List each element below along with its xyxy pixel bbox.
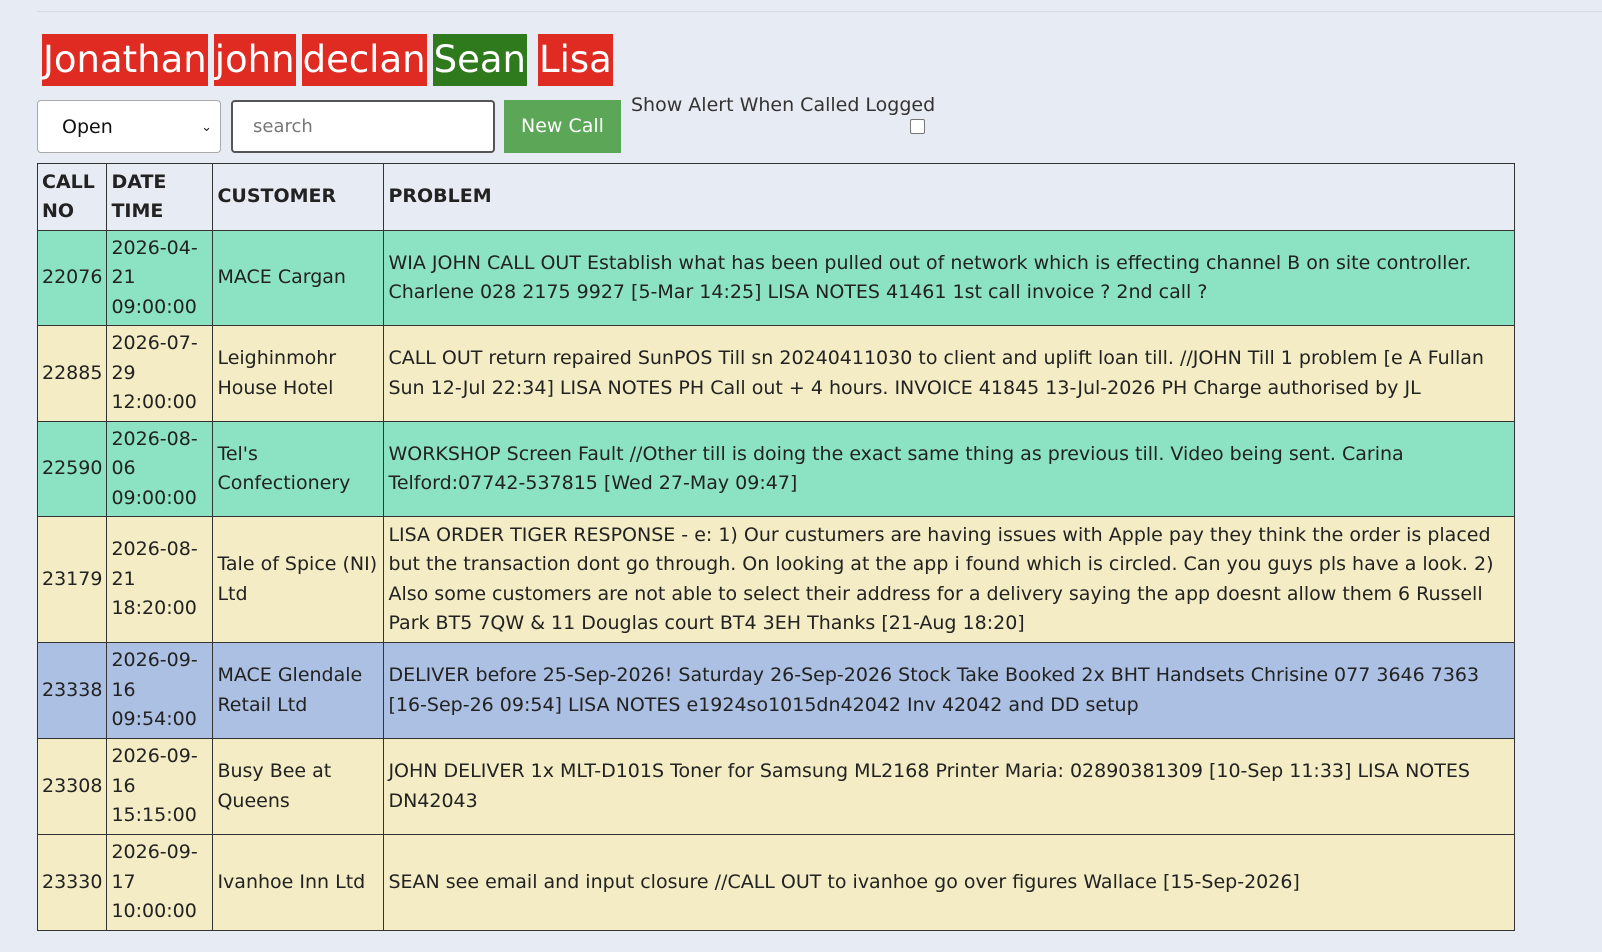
status-select-value: Open	[62, 116, 113, 138]
header-date-time[interactable]: DATE TIME	[106, 163, 214, 231]
problem-cell: CALL OUT return repaired SunPOS Till sn …	[383, 325, 1515, 422]
table-row[interactable]: 22590 2026-08-06 09:00:00 Tel's Confectione…	[36, 421, 1515, 517]
problem-cell: SEAN see email and input closure //CALL …	[383, 834, 1515, 931]
date-time-cell: 2026-08-21 18:20:00	[106, 516, 214, 643]
call-no-cell: 22076	[36, 230, 108, 326]
header-call-no[interactable]: CALL NO	[36, 163, 108, 231]
call-no-cell: 23308	[36, 738, 108, 835]
call-no-cell: 22885	[36, 325, 108, 422]
call-no-cell: 22590	[36, 421, 108, 517]
calls-table: CALL NO DATE TIME CUSTOMER PROBLEM 22076…	[36, 163, 1515, 931]
call-no-cell: 23330	[36, 834, 108, 931]
customer-cell: Tale of Spice (NI) Ltd	[212, 516, 385, 643]
date-time-cell: 2026-09-16 15:15:00	[106, 738, 214, 835]
customer-cell: Leighinmohr House Hotel	[212, 325, 385, 422]
user-tag-declan[interactable]: declan	[301, 34, 427, 86]
table-row[interactable]: 22076 2026-04-21 09:00:00 MACE Cargan WIA JO…	[36, 230, 1515, 326]
problem-cell: LISA ORDER TIGER RESPONSE - e: 1) Our cu…	[383, 516, 1515, 643]
alert-checkbox[interactable]	[910, 119, 925, 134]
alert-label: Show Alert When Called Logged	[631, 94, 936, 116]
customer-cell: MACE Cargan	[212, 230, 385, 326]
problem-cell: JOHN DELIVER 1x MLT-D101S Toner for Sams…	[383, 738, 1515, 835]
user-tag-john[interactable]: john	[213, 34, 296, 86]
user-filter-bar: Jonathan john declan Sean Lisa	[42, 34, 619, 86]
table-row[interactable]: 23308 2026-09-16 15:15:00 Busy Bee at Queen…	[36, 738, 1515, 835]
header-customer[interactable]: CUSTOMER	[212, 163, 385, 231]
call-no-cell: 23179	[36, 516, 108, 643]
chevron-down-icon: ⌄	[201, 120, 212, 135]
problem-cell: WIA JOHN CALL OUT Establish what has bee…	[383, 230, 1515, 326]
table-row[interactable]: 23179 2026-08-21 18:20:00 Tale of Spice (NI…	[36, 516, 1515, 643]
table-row[interactable]: 23330 2026-09-17 10:00:00 Ivanhoe Inn Ltd SE…	[36, 834, 1515, 931]
date-time-cell: 2026-09-17 10:00:00	[106, 834, 214, 931]
date-time-cell: 2026-09-16 09:54:00	[106, 642, 214, 739]
search-input[interactable]: search	[231, 100, 495, 153]
table-row[interactable]: 22885 2026-07-29 12:00:00 Leighinmohr House…	[36, 325, 1515, 422]
table-header-row: CALL NO DATE TIME CUSTOMER PROBLEM	[36, 163, 1515, 231]
search-placeholder: search	[253, 116, 313, 137]
date-time-cell: 2026-04-21 09:00:00	[106, 230, 214, 326]
call-no-cell: 23338	[36, 642, 108, 739]
user-tag-jonathan[interactable]: Jonathan	[42, 34, 208, 86]
customer-cell: Tel's Confectionery	[212, 421, 385, 517]
new-call-button[interactable]: New Call	[504, 100, 621, 153]
table-row[interactable]: 23338 2026-09-16 09:54:00 MACE Glendale Ret…	[36, 642, 1515, 739]
header-problem[interactable]: PROBLEM	[383, 163, 1515, 231]
user-tag-lisa[interactable]: Lisa	[537, 34, 613, 86]
customer-cell: Ivanhoe Inn Ltd	[212, 834, 385, 931]
date-time-cell: 2026-08-06 09:00:00	[106, 421, 214, 517]
status-select[interactable]: Open ⌄	[37, 100, 221, 153]
date-time-cell: 2026-07-29 12:00:00	[106, 325, 214, 422]
customer-cell: MACE Glendale Retail Ltd	[212, 642, 385, 739]
problem-cell: WORKSHOP Screen Fault //Other till is do…	[383, 421, 1515, 517]
user-tag-sean[interactable]: Sean	[432, 34, 527, 86]
top-divider	[37, 11, 1602, 12]
customer-cell: Busy Bee at Queens	[212, 738, 385, 835]
problem-cell: DELIVER before 25-Sep-2026! Saturday 26-…	[383, 642, 1515, 739]
